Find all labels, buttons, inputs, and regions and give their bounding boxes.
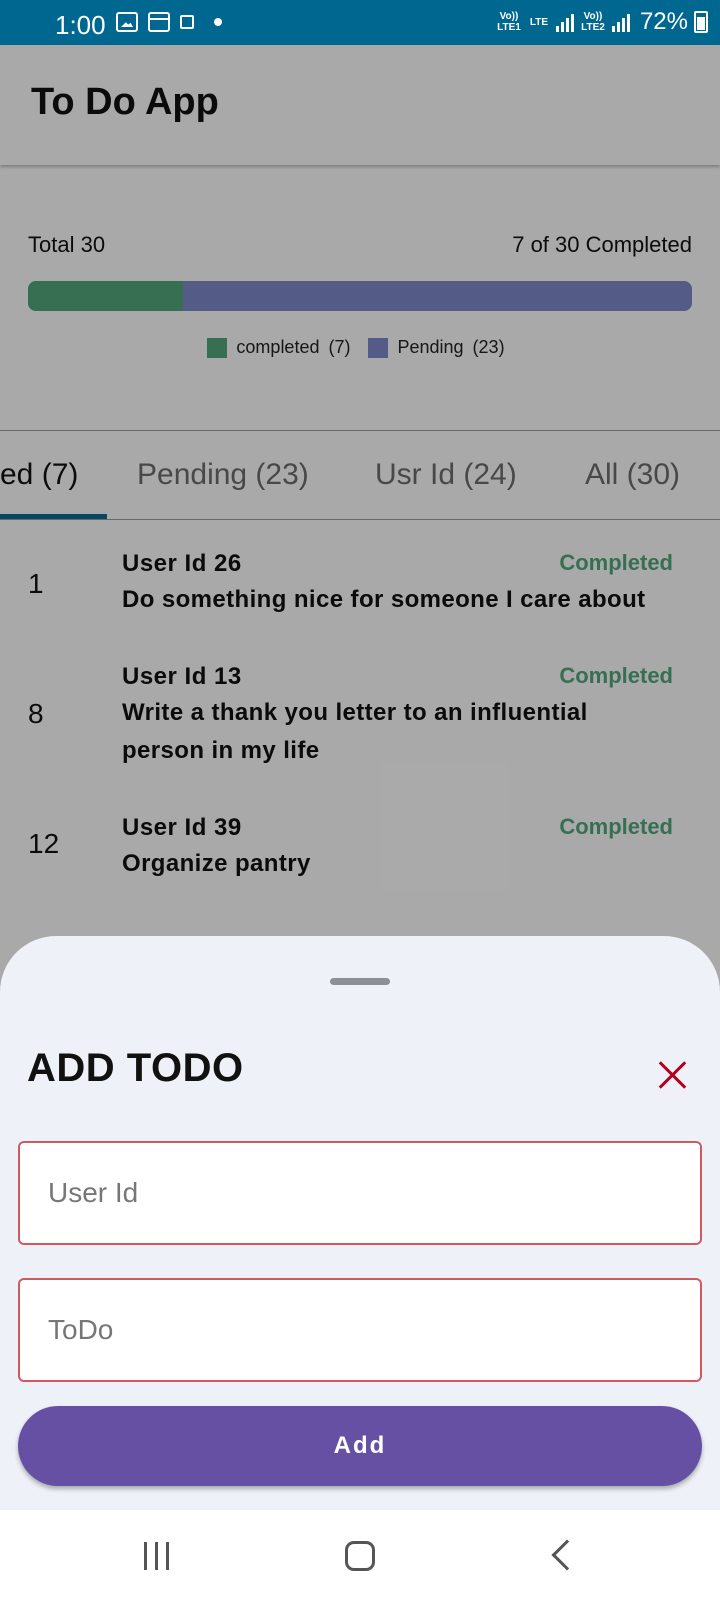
- home-icon[interactable]: [345, 1541, 375, 1571]
- calendar-icon: [148, 12, 170, 32]
- system-nav-bar: [0, 1510, 720, 1600]
- system-status-icons: Vo)) LTE1 LTE Vo)) LTE2 72%: [496, 8, 708, 36]
- sheet-title: ADD TODO: [27, 1046, 244, 1090]
- todo-input[interactable]: [20, 1280, 700, 1380]
- gift-icon: [180, 15, 194, 29]
- gallery-icon: [116, 12, 138, 32]
- volte-lte2-indicator: Vo)) LTE2: [581, 11, 605, 33]
- back-icon[interactable]: [551, 1539, 583, 1571]
- signal-icon: [555, 12, 574, 32]
- status-bar: 1:00 Vo)) LTE1 LTE Vo)) LTE2 72%: [0, 0, 720, 45]
- add-button[interactable]: Add: [18, 1406, 702, 1486]
- sheet-drag-handle[interactable]: [330, 978, 390, 985]
- status-time: 1:00: [55, 10, 106, 40]
- lte-indicator: LTE: [529, 16, 549, 28]
- notification-icons: [116, 12, 222, 32]
- signal-icon-2: [611, 12, 630, 32]
- user-id-input[interactable]: [20, 1143, 700, 1243]
- recent-apps-icon[interactable]: [144, 1542, 169, 1570]
- user-id-field: [18, 1141, 702, 1245]
- close-icon[interactable]: [658, 1060, 688, 1090]
- volte-lte1-indicator: Vo)) LTE1: [497, 11, 521, 33]
- todo-field: [18, 1278, 702, 1382]
- battery-icon: [694, 11, 708, 33]
- more-notifications-dot-icon: [214, 18, 222, 26]
- add-todo-bottom-sheet: ADD TODO Add: [0, 936, 720, 1510]
- battery-percent: 72%: [639, 8, 688, 35]
